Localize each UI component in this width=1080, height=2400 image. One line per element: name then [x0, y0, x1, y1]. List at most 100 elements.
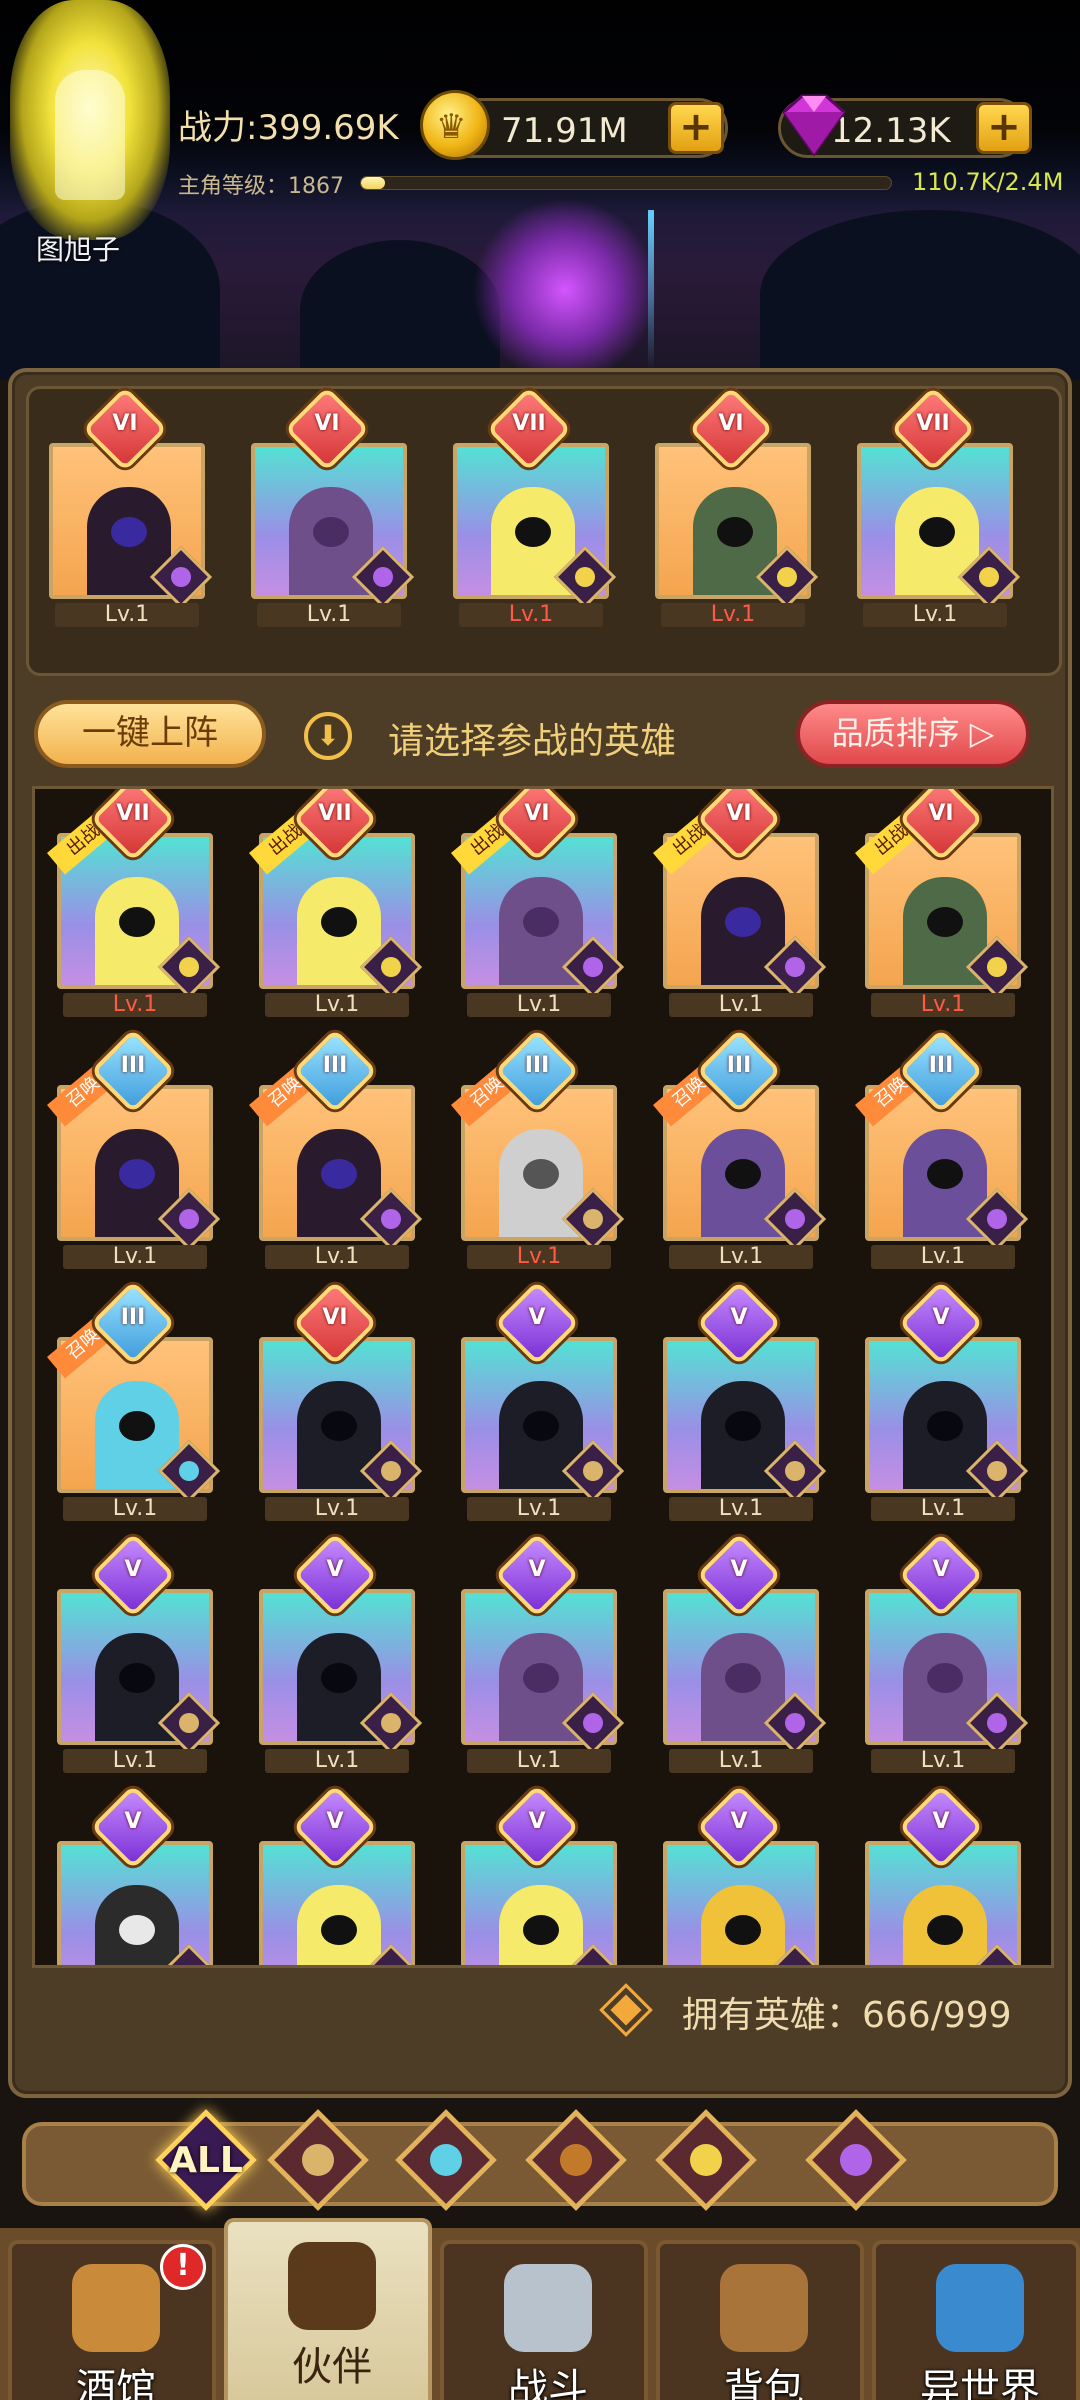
hero-card[interactable]: V Lv.1 — [649, 1532, 827, 1785]
beer-mug-icon — [72, 2264, 160, 2352]
hero-rank: III — [120, 1053, 146, 1078]
nav-tab-1[interactable]: 伙伴 — [224, 2218, 432, 2400]
hero-figure — [499, 1885, 583, 1965]
hero-card[interactable]: V Lv.1 — [851, 1280, 1029, 1533]
add-gold-button[interactable]: + — [668, 102, 724, 154]
hero-card[interactable]: 召唤中 III Lv.1 — [43, 1028, 221, 1281]
hero-card[interactable]: 召唤中 III Lv.1 — [447, 1028, 625, 1281]
hero-card[interactable]: V — [245, 1784, 423, 1965]
hero-card[interactable]: V — [43, 1784, 221, 1965]
hero-card[interactable]: 出战中 VI Lv.1 — [649, 789, 827, 1029]
gold-coin-icon: ♛ — [420, 90, 490, 160]
hero-face — [725, 907, 761, 937]
hero-face — [523, 907, 559, 937]
hero-face — [725, 1663, 761, 1693]
nav-tab-2[interactable]: 战斗 — [440, 2240, 648, 2400]
bottom-navigation: 酒馆 伙伴 战斗 背包 异世界 — [0, 2218, 1080, 2400]
hero-rank: VI — [928, 801, 954, 826]
hero-face — [119, 1411, 155, 1441]
hero-level: Lv.1 — [265, 1497, 409, 1521]
hero-face — [321, 1411, 357, 1441]
level-progress-fill — [361, 177, 386, 189]
hero-face — [919, 517, 955, 547]
hero-rank: V — [932, 1305, 950, 1330]
level-xp: 110.7K/2.4M — [912, 168, 1064, 196]
faction-filter-warrior[interactable] — [267, 2109, 369, 2211]
hero-card[interactable]: VI Lv.1 — [641, 386, 819, 639]
nav-tab-3[interactable]: 背包 — [656, 2240, 864, 2400]
hero-level: Lv.1 — [265, 1245, 409, 1269]
faction-filter-lion[interactable] — [525, 2109, 627, 2211]
hero-card[interactable]: VI Lv.1 — [35, 386, 213, 639]
nav-label: 背包 — [724, 2366, 804, 2400]
gold-amount: 71.91M — [501, 111, 628, 151]
hero-card[interactable]: V — [649, 1784, 827, 1965]
hero-card[interactable]: 召唤中 III Lv.1 — [43, 1280, 221, 1533]
hero-card[interactable]: VI Lv.1 — [245, 1280, 423, 1533]
hero-level: Lv.1 — [467, 1497, 611, 1521]
faction-filter-fish[interactable] — [395, 2109, 497, 2211]
hero-rank: V — [730, 1557, 748, 1582]
hero-card[interactable]: VI Lv.1 — [237, 386, 415, 639]
hero-grid[interactable]: 出战中 VII Lv.1 出战中 VII Lv.1 出战中 VI Lv.1 出战中 VI Lv.1 出战… — [32, 786, 1054, 1968]
nav-label: 伙伴 — [292, 2344, 372, 2390]
hero-card[interactable]: 出战中 VII Lv.1 — [245, 789, 423, 1029]
lion-faction-icon — [560, 2144, 592, 2176]
hero-rank: V — [528, 1305, 546, 1330]
hero-face — [927, 907, 963, 937]
light-beam — [648, 210, 654, 370]
hero-card[interactable]: 召唤中 III Lv.1 — [245, 1028, 423, 1281]
hero-level: Lv.1 — [871, 993, 1015, 1017]
hero-level: Lv.1 — [669, 1245, 813, 1269]
hero-card[interactable]: V Lv.1 — [447, 1280, 625, 1533]
hero-face — [321, 1663, 357, 1693]
hero-level: Lv.1 — [55, 603, 199, 627]
hero-card[interactable]: VII Lv.1 — [439, 386, 617, 639]
select-hero-hint: 请选择参战的英雄 — [388, 721, 677, 762]
hero-rank: V — [730, 1305, 748, 1330]
battle-lineup: VI Lv.1 VI Lv.1 VII Lv.1 VI Lv.1 VII Lv.1 — [26, 386, 1062, 676]
diamond-bullet-icon — [599, 1983, 653, 2037]
warrior-faction-icon — [302, 2144, 334, 2176]
hero-face — [725, 1915, 761, 1945]
hero-face — [119, 1915, 155, 1945]
hero-card[interactable]: V Lv.1 — [851, 1532, 1029, 1785]
faction-filter-demon[interactable] — [805, 2109, 907, 2211]
notification-badge: ! — [160, 2244, 206, 2290]
play-arrow-icon: ▷ — [969, 714, 995, 752]
nav-tab-4[interactable]: 异世界 — [872, 2240, 1080, 2400]
hero-card[interactable]: V Lv.1 — [43, 1532, 221, 1785]
portal-icon — [936, 2264, 1024, 2352]
hero-face — [111, 517, 147, 547]
hero-card[interactable]: V Lv.1 — [447, 1532, 625, 1785]
hero-figure — [95, 1885, 179, 1965]
hero-card[interactable]: V — [851, 1784, 1029, 1965]
nav-label: 战斗 — [508, 2366, 588, 2400]
hero-figure — [903, 1885, 987, 1965]
hero-level: Lv.1 — [63, 1749, 207, 1773]
auto-deploy-button[interactable]: 一键上阵 — [34, 700, 266, 768]
hero-rank: III — [120, 1305, 146, 1330]
hero-card[interactable]: 出战中 VI Lv.1 — [851, 789, 1029, 1029]
hero-level: Lv.1 — [63, 1245, 207, 1269]
hero-card[interactable]: V — [447, 1784, 625, 1965]
sort-by-quality-button[interactable]: 品质排序 ▷ — [796, 700, 1030, 768]
hero-card[interactable]: V Lv.1 — [245, 1532, 423, 1785]
hero-card[interactable]: V Lv.1 — [649, 1280, 827, 1533]
add-gem-button[interactable]: + — [976, 102, 1032, 154]
hero-level: Lv.1 — [871, 1749, 1015, 1773]
hero-rank: VI — [726, 801, 752, 826]
hero-card[interactable]: VII Lv.1 — [843, 386, 1021, 639]
faction-filter-all[interactable]: ALL — [155, 2109, 257, 2211]
hero-face — [927, 1915, 963, 1945]
hero-card[interactable]: 出战中 VII Lv.1 — [43, 789, 221, 1029]
faction-label: ALL — [169, 2140, 243, 2181]
hero-card[interactable]: 召唤中 III Lv.1 — [851, 1028, 1029, 1281]
hero-face — [927, 1159, 963, 1189]
hero-card[interactable]: 召唤中 III Lv.1 — [649, 1028, 827, 1281]
nav-label: 酒馆 — [76, 2366, 156, 2400]
player-avatar[interactable]: 图旭子 — [0, 0, 185, 266]
hero-card[interactable]: 出战中 VI Lv.1 — [447, 789, 625, 1029]
faction-filter-elf[interactable] — [655, 2109, 757, 2211]
hero-rank: VII — [512, 411, 546, 436]
